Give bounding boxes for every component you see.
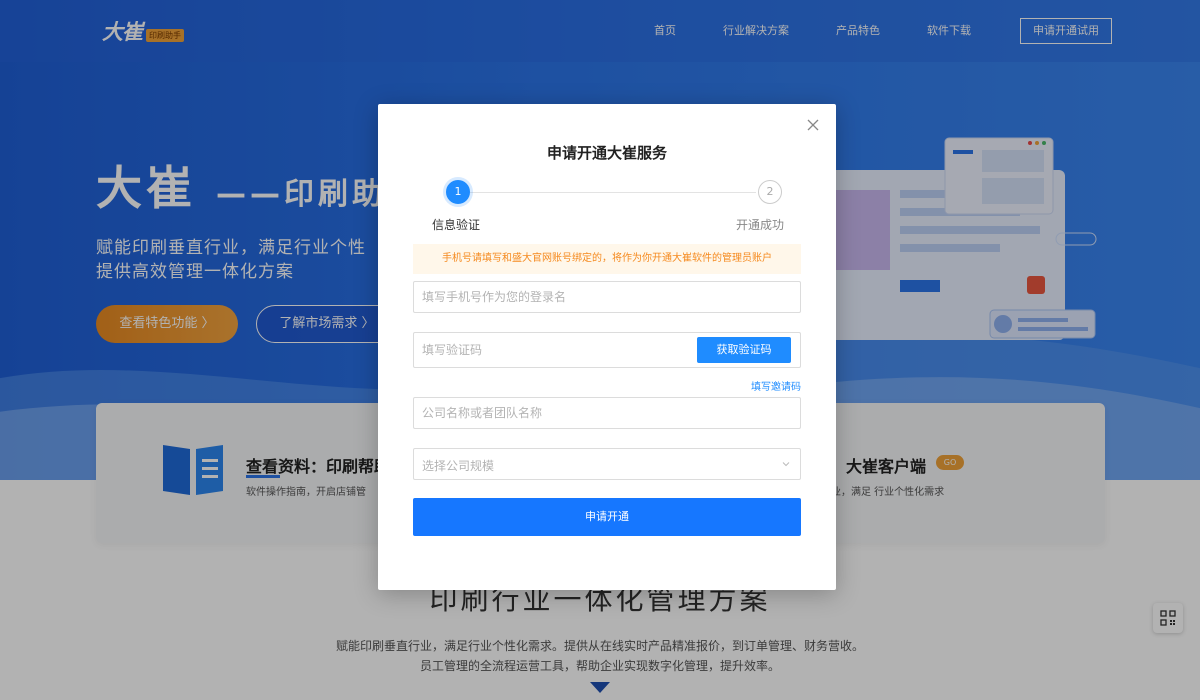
invite-code-link[interactable]: 填写邀请码	[751, 378, 801, 393]
apply-service-modal: 申请开通大崔服务 1 2 信息验证 开通成功 手机号请填写和盛大官网账号绑定的，…	[378, 104, 836, 590]
chevron-down-icon	[782, 462, 790, 467]
close-icon[interactable]	[806, 118, 820, 132]
company-scale-select[interactable]: 选择公司规模	[413, 448, 801, 480]
get-code-button[interactable]: 获取验证码	[697, 337, 791, 363]
submit-apply-button[interactable]: 申请开通	[413, 498, 801, 536]
company-scale-placeholder: 选择公司规模	[422, 459, 495, 473]
step-connector	[470, 192, 756, 193]
phone-input[interactable]	[413, 281, 801, 313]
modal-title: 申请开通大崔服务	[546, 144, 667, 162]
progress-steps: 1 2 信息验证 开通成功	[432, 180, 784, 236]
notice-banner: 手机号请填写和盛大官网账号绑定的，将作为你开通大崔软件的管理员账户	[413, 244, 801, 274]
step-2-label: 开通成功	[735, 218, 784, 232]
company-name-input[interactable]	[413, 397, 801, 429]
step-1-indicator: 1	[446, 180, 470, 204]
step-1-label: 信息验证	[432, 218, 481, 232]
step-2-indicator: 2	[758, 180, 782, 204]
